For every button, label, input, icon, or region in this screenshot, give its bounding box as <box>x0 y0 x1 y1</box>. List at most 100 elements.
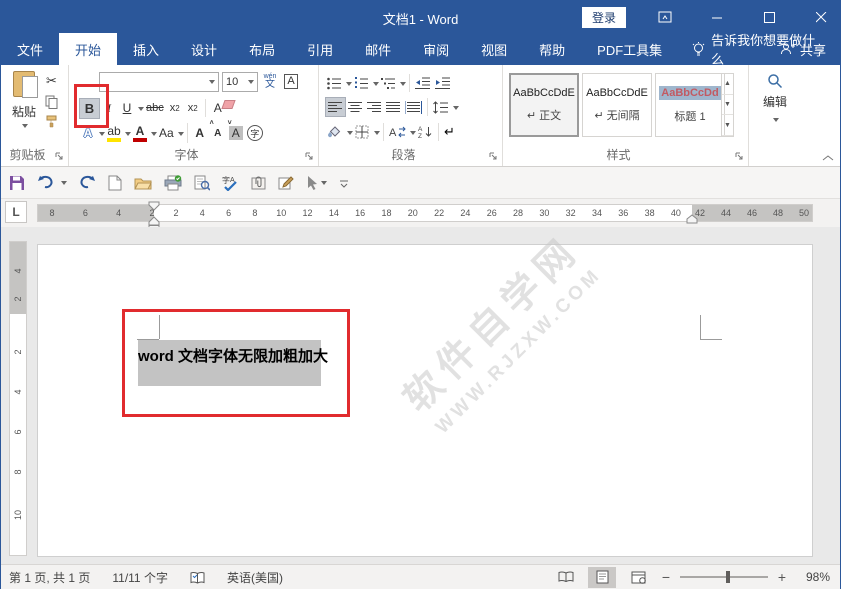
zoom-slider-thumb[interactable] <box>726 571 730 583</box>
vertical-ruler[interactable]: 4 2 2 4 6 8 10 <box>9 241 27 556</box>
copy-button[interactable] <box>45 95 58 109</box>
page-indicator[interactable]: 第 1 页, 共 1 页 <box>9 569 90 586</box>
new-document-button[interactable] <box>108 175 122 191</box>
distributed-button[interactable] <box>403 97 424 117</box>
zoom-in-button[interactable]: + <box>776 569 788 585</box>
ribbon-tab[interactable]: 开始 <box>59 33 118 65</box>
font-size-combo[interactable]: 10 <box>222 71 258 92</box>
bullets-button[interactable] <box>325 73 344 93</box>
cut-button[interactable]: ✂ <box>45 73 58 89</box>
ribbon-tab[interactable]: 设计 <box>175 33 233 65</box>
first-line-indent-marker[interactable] <box>148 201 160 211</box>
underline-button[interactable]: U <box>118 98 136 119</box>
language-indicator[interactable]: 英语(美国) <box>227 569 283 586</box>
print-preview-button[interactable] <box>194 175 210 191</box>
print-layout-button[interactable] <box>588 566 616 588</box>
attachment-button[interactable] <box>251 175 266 191</box>
ribbon-tab[interactable]: 插入 <box>117 33 175 65</box>
increase-indent-button[interactable] <box>433 73 453 93</box>
document-page[interactable]: 软件自学网 WWW.RJZXW.COM word 文档字体无限加粗加大 <box>37 228 813 557</box>
customize-qat-button[interactable] <box>339 178 349 188</box>
dropdown-arrow-icon[interactable] <box>61 181 67 188</box>
strikethrough-button[interactable]: abc <box>144 98 166 119</box>
ribbon-tab[interactable]: 邮件 <box>349 33 407 65</box>
ribbon-tab[interactable]: 引用 <box>291 33 349 65</box>
align-right-button[interactable] <box>365 97 384 117</box>
touch-mouse-mode-button[interactable] <box>306 175 327 190</box>
ribbon-tab[interactable]: 帮助 <box>523 33 581 65</box>
font-dialog-launcher[interactable] <box>305 152 315 162</box>
ribbon-tab[interactable]: 审阅 <box>407 33 465 65</box>
line-spacing-button[interactable] <box>431 97 451 117</box>
close-button[interactable] <box>808 7 834 27</box>
open-button[interactable] <box>134 176 152 190</box>
shading-button[interactable] <box>325 122 345 142</box>
clipboard-dialog-launcher[interactable] <box>55 152 65 162</box>
change-case-button[interactable]: Aa <box>157 123 176 144</box>
shrink-font-button[interactable]: A ˅ <box>209 120 232 144</box>
ribbon-tab[interactable]: 布局 <box>233 33 291 65</box>
paragraph-dialog-launcher[interactable] <box>489 152 499 162</box>
tab-selector[interactable]: L <box>5 201 27 223</box>
collapse-ribbon-button[interactable] <box>822 154 834 162</box>
subscript-button[interactable]: x2 <box>166 98 184 119</box>
font-name-combo[interactable] <box>99 71 219 92</box>
spelling-grammar-button[interactable]: 字A <box>222 175 239 191</box>
character-border-button[interactable]: A <box>282 71 300 92</box>
ribbon-tab[interactable]: PDF工具集 <box>581 33 678 65</box>
maximize-button[interactable] <box>756 7 782 27</box>
justify-button[interactable] <box>384 97 403 117</box>
read-mode-button[interactable] <box>552 567 580 588</box>
decrease-indent-button[interactable] <box>413 73 433 93</box>
zoom-level[interactable]: 98% <box>796 570 830 584</box>
save-button[interactable] <box>9 175 25 191</box>
cjk-layout-button[interactable]: A <box>387 122 408 142</box>
grow-font-button[interactable]: A ˄ <box>191 120 213 144</box>
zoom-out-button[interactable]: − <box>660 569 672 585</box>
ribbon-tab[interactable]: 文件 <box>1 33 59 65</box>
style-card[interactable]: AaBbCcDdE ↵ 正文 <box>509 73 579 137</box>
style-card[interactable]: AaBbCcDdE ↵ 无间隔 <box>582 73 652 137</box>
dropdown-arrow-icon[interactable] <box>177 131 184 139</box>
find-button[interactable] <box>767 73 783 89</box>
multilevel-list-button[interactable] <box>379 73 398 93</box>
edit-document-button[interactable] <box>278 175 294 191</box>
word-count[interactable]: 11/11 个字 <box>112 569 168 586</box>
editing-menu-button[interactable]: 编辑 <box>763 93 787 110</box>
right-indent-marker[interactable] <box>686 214 698 224</box>
horizontal-ruler[interactable]: 8642 2 4 6 8 10 12 14 16 18 20 22 24 26 28 30 32 34 36 38 4… <box>37 201 813 231</box>
numbering-button[interactable] <box>352 73 371 93</box>
dropdown-arrow-icon[interactable] <box>321 181 327 188</box>
undo-button[interactable] <box>37 175 67 190</box>
enclose-characters-button[interactable]: 字 <box>245 123 265 144</box>
ribbon-tab[interactable]: 视图 <box>465 33 523 65</box>
phonetic-guide-button[interactable]: wén 文 <box>261 71 279 92</box>
login-button[interactable]: 登录 <box>581 6 626 28</box>
paste-button[interactable]: 粘贴 <box>7 71 41 143</box>
share-button[interactable]: 共享 <box>780 33 826 65</box>
dropdown-arrow-icon[interactable] <box>453 105 459 113</box>
font-color-button[interactable]: A <box>131 123 149 144</box>
sort-button[interactable]: AZ <box>416 122 435 142</box>
superscript-button[interactable]: x2 <box>184 98 202 119</box>
web-layout-button[interactable] <box>624 567 652 588</box>
style-card[interactable]: AaBbCcDd 标题 1 <box>655 73 725 137</box>
style-scroll-down-button[interactable]: ▼ <box>722 95 733 116</box>
styles-dialog-launcher[interactable] <box>735 152 745 162</box>
borders-button[interactable] <box>353 122 372 142</box>
format-painter-button[interactable] <box>45 115 58 128</box>
proofing-icon[interactable] <box>190 571 205 584</box>
align-left-button[interactable] <box>325 97 346 117</box>
clear-formatting-button[interactable]: A <box>209 98 227 119</box>
show-marks-button[interactable]: ↵ <box>442 122 457 142</box>
dropdown-arrow-icon[interactable] <box>400 81 406 89</box>
align-center-button[interactable] <box>346 97 365 117</box>
dropdown-arrow-icon[interactable] <box>773 118 779 125</box>
redo-button[interactable] <box>79 175 96 190</box>
style-more-button[interactable]: ▼ <box>722 115 733 137</box>
zoom-slider[interactable] <box>680 571 768 583</box>
style-scroll-up-button[interactable]: ▲ <box>722 74 733 95</box>
dropdown-arrow-icon[interactable] <box>374 130 380 138</box>
quick-print-button[interactable] <box>164 174 182 191</box>
minimize-button[interactable] <box>704 7 730 27</box>
